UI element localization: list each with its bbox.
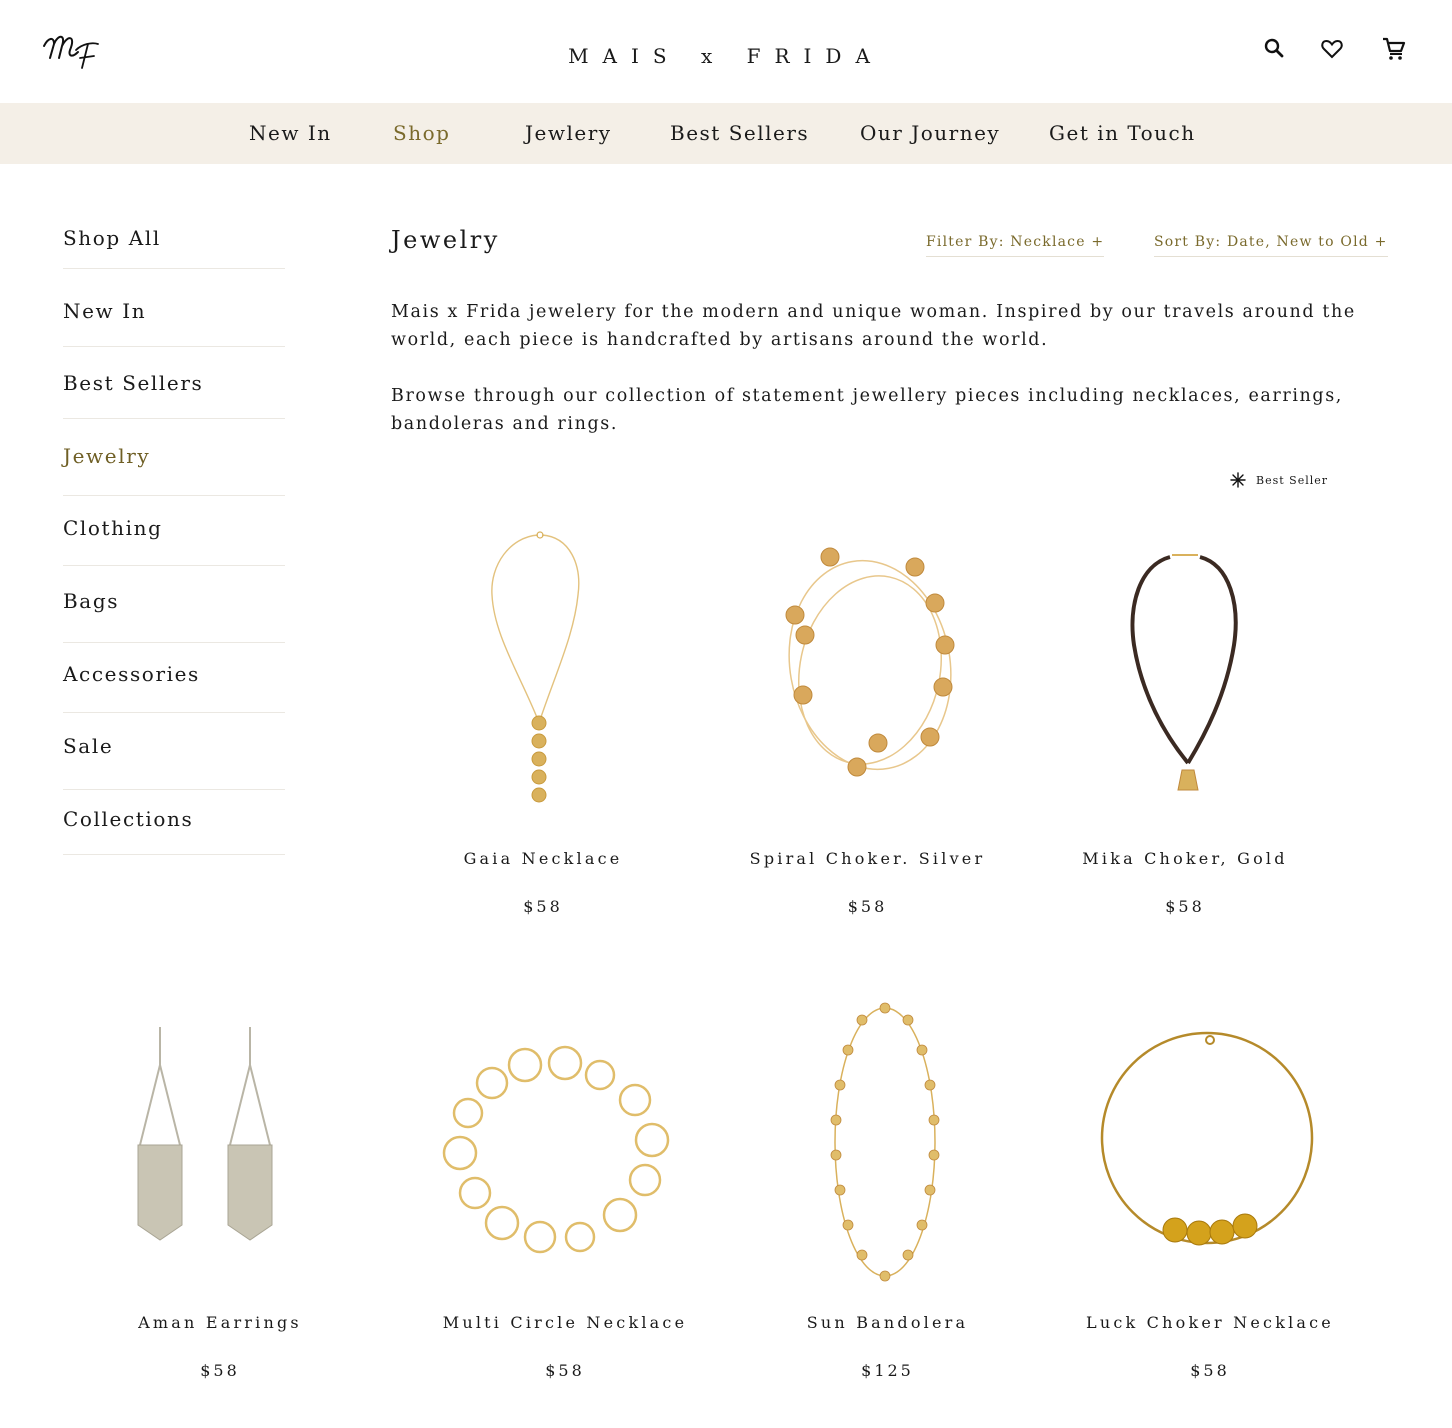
product-name[interactable]: Gaia Necklace [413, 849, 673, 868]
product-image-multi-circle-necklace[interactable] [440, 1045, 680, 1260]
sidebar-divider [63, 565, 285, 566]
brand-title[interactable]: MAIS x FRIDA [0, 44, 1452, 68]
sidebar-divider [63, 789, 285, 790]
cart-icon[interactable] [1381, 36, 1407, 62]
sidebar-item-new-in[interactable]: New In [63, 299, 285, 323]
sidebar-item-bags[interactable]: Bags [63, 589, 285, 613]
product-price: $58 [523, 897, 563, 916]
sidebar-divider [63, 642, 285, 643]
search-icon[interactable] [1262, 36, 1288, 62]
nav-item-shop[interactable]: Shop [393, 121, 450, 145]
star-burst-icon [1230, 472, 1246, 488]
nav-item-jewlery[interactable]: Jewlery [525, 121, 612, 145]
product-name[interactable]: Spiral Choker. Silver [735, 849, 1000, 868]
sidebar-item-accessories[interactable]: Accessories [63, 662, 285, 686]
product-image-sun-bandolera[interactable] [820, 1000, 950, 1285]
product-name[interactable]: Aman Earrings [90, 1313, 350, 1332]
sidebar-item-shop-all[interactable]: Shop All [63, 226, 285, 250]
legend-label: Best Seller [1256, 473, 1329, 487]
product-name[interactable]: Sun Bandolera [760, 1313, 1015, 1332]
category-description-browse: Browse through our collection of stateme… [391, 386, 1343, 434]
product-price: $58 [545, 1361, 585, 1380]
category-description: Mais x Frida jewelery for the modern and… [391, 302, 1356, 350]
page-title: Jewelry [391, 226, 500, 254]
best-seller-legend: Best Seller [1230, 470, 1328, 490]
product-price: $58 [1165, 897, 1205, 916]
product-name[interactable]: Mika Choker, Gold [1060, 849, 1310, 868]
sidebar-divider [63, 854, 285, 855]
sidebar-item-clothing[interactable]: Clothing [63, 516, 285, 540]
sidebar-item-collections[interactable]: Collections [63, 807, 285, 831]
product-image-aman-earrings[interactable] [130, 1025, 290, 1245]
sort-dropdown[interactable]: Sort By: Date, New to Old + [1154, 234, 1388, 257]
sidebar-divider [63, 418, 285, 419]
product-name[interactable]: Luck Choker Necklace [1080, 1313, 1340, 1332]
product-price: $58 [847, 897, 888, 916]
product-image-gaia-necklace[interactable] [470, 525, 620, 810]
filter-dropdown[interactable]: Filter By: Necklace + [926, 234, 1105, 257]
product-image-luck-choker-necklace[interactable] [1095, 1030, 1320, 1255]
sidebar-divider [63, 495, 285, 496]
nav-item-best-sellers[interactable]: Best Sellers [670, 121, 809, 145]
sidebar-item-best-sellers[interactable]: Best Sellers [63, 371, 285, 395]
nav-item-new-in[interactable]: New In [249, 121, 332, 145]
product-price: $125 [861, 1361, 914, 1380]
nav-item-our-journey[interactable]: Our Journey [860, 121, 1000, 145]
nav-item-get-in-touch[interactable]: Get in Touch [1049, 121, 1196, 145]
product-image-spiral-choker[interactable] [775, 545, 965, 785]
sidebar-divider [63, 268, 285, 269]
product-price: $58 [200, 1361, 240, 1380]
sidebar-divider [63, 712, 285, 713]
sidebar-divider [63, 346, 285, 347]
main-nav: New In Shop Jewlery Best Sellers Our Jou… [0, 103, 1452, 164]
site-header: MAIS x FRIDA [0, 0, 1452, 103]
product-name[interactable]: Multi Circle Necklace [425, 1313, 705, 1332]
sidebar-item-jewelry[interactable]: Jewelry [63, 444, 285, 468]
product-price: $58 [1190, 1361, 1230, 1380]
product-image-mika-choker[interactable] [1120, 545, 1250, 795]
sidebar-item-sale[interactable]: Sale [63, 734, 285, 758]
heart-icon[interactable] [1319, 36, 1345, 62]
